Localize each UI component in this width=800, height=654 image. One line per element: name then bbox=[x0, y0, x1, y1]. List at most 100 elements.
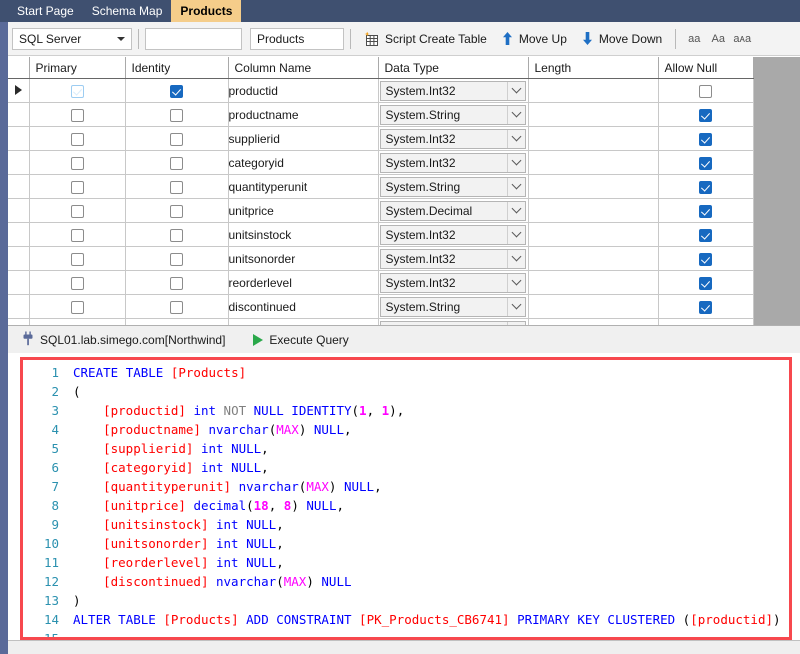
primary-checkbox[interactable] bbox=[70, 276, 84, 290]
chevron-down-icon[interactable] bbox=[506, 153, 525, 172]
tab-start-page[interactable]: Start Page bbox=[8, 0, 83, 22]
identity-checkbox[interactable] bbox=[170, 84, 183, 98]
cell-data-type[interactable]: System.Int32 bbox=[378, 126, 529, 151]
cell-primary[interactable] bbox=[29, 174, 126, 199]
allow-null-checkbox[interactable] bbox=[699, 108, 712, 122]
primary-checkbox[interactable] bbox=[70, 300, 84, 314]
tab-schema-map[interactable]: Schema Map bbox=[83, 0, 172, 22]
data-type-dropdown[interactable]: System.Int32 bbox=[379, 80, 526, 101]
move-up-button[interactable]: Move Up bbox=[494, 27, 574, 51]
row-selector[interactable] bbox=[8, 270, 30, 295]
cell-column-name[interactable]: supplierid bbox=[228, 126, 379, 151]
identity-checkbox[interactable] bbox=[170, 252, 183, 266]
data-type-dropdown[interactable]: System.Int32 bbox=[379, 128, 526, 149]
primary-checkbox[interactable] bbox=[70, 84, 84, 98]
cell-primary[interactable] bbox=[29, 126, 126, 151]
chevron-down-icon[interactable] bbox=[506, 249, 525, 268]
cell-length[interactable] bbox=[528, 174, 659, 199]
cell-column-name[interactable]: reorderlevel bbox=[228, 270, 379, 295]
cell-identity[interactable] bbox=[125, 150, 229, 175]
cell-identity[interactable] bbox=[125, 198, 229, 223]
primary-checkbox[interactable] bbox=[70, 156, 84, 170]
data-type-dropdown[interactable]: System.String bbox=[379, 104, 526, 125]
cell-column-name[interactable]: unitprice bbox=[228, 198, 379, 223]
allow-null-checkbox[interactable] bbox=[699, 204, 712, 218]
connection-button[interactable]: SQL01.lab.simego.com[Northwind] bbox=[18, 329, 229, 351]
identity-checkbox[interactable] bbox=[170, 276, 183, 290]
cell-identity[interactable] bbox=[125, 246, 229, 271]
row-current-indicator[interactable] bbox=[8, 78, 30, 103]
primary-checkbox[interactable] bbox=[70, 228, 84, 242]
allow-null-checkbox[interactable] bbox=[699, 252, 712, 266]
row-selector[interactable] bbox=[8, 174, 30, 199]
cell-identity[interactable] bbox=[125, 78, 229, 103]
primary-checkbox[interactable] bbox=[70, 204, 84, 218]
primary-checkbox[interactable] bbox=[70, 108, 84, 122]
row-selector[interactable] bbox=[8, 126, 30, 151]
cell-identity[interactable] bbox=[125, 222, 229, 247]
cell-identity[interactable] bbox=[125, 294, 229, 319]
data-type-dropdown[interactable]: System.String bbox=[379, 296, 526, 317]
cell-primary[interactable] bbox=[29, 78, 126, 103]
chevron-down-icon[interactable] bbox=[506, 81, 525, 100]
data-type-dropdown[interactable]: System.Int32 bbox=[379, 152, 526, 173]
cell-allow-null[interactable] bbox=[658, 126, 754, 151]
chevron-down-icon[interactable] bbox=[506, 177, 525, 196]
tab-products[interactable]: Products bbox=[171, 0, 242, 22]
cell-allow-null[interactable] bbox=[658, 198, 754, 223]
identity-checkbox[interactable] bbox=[170, 132, 183, 146]
chevron-down-icon[interactable] bbox=[506, 201, 525, 220]
column-header-identity[interactable]: Identity bbox=[125, 57, 229, 79]
identity-checkbox[interactable] bbox=[170, 204, 183, 218]
cell-primary[interactable] bbox=[29, 102, 126, 127]
cell-data-type[interactable]: System.Int32 bbox=[378, 270, 529, 295]
table-row[interactable]: productname System.String bbox=[8, 102, 754, 127]
cell-identity[interactable] bbox=[125, 126, 229, 151]
cell-allow-null[interactable] bbox=[658, 294, 754, 319]
execute-query-button[interactable]: Execute Query bbox=[247, 331, 354, 349]
cell-data-type[interactable]: System.Int32 bbox=[378, 222, 529, 247]
table-row[interactable]: categoryid System.Int32 bbox=[8, 150, 754, 175]
table-row[interactable]: productid System.Int32 bbox=[8, 78, 754, 103]
row-selector[interactable] bbox=[8, 294, 30, 319]
case-titlecase-button[interactable]: Aa bbox=[706, 28, 730, 50]
column-header-data-type[interactable]: Data Type bbox=[378, 57, 529, 79]
data-type-dropdown[interactable]: System.Int32 bbox=[379, 272, 526, 293]
data-type-dropdown[interactable]: System.String bbox=[379, 176, 526, 197]
row-selector[interactable] bbox=[8, 150, 30, 175]
cell-allow-null[interactable] bbox=[658, 270, 754, 295]
sql-code[interactable]: 1 CREATE TABLE [Products] 2(3 [productid] … bbox=[23, 360, 789, 637]
chevron-down-icon[interactable] bbox=[506, 105, 525, 124]
chevron-down-icon[interactable] bbox=[506, 225, 525, 244]
table-name-input[interactable]: Products bbox=[250, 27, 344, 50]
table-row[interactable]: unitsinstock System.Int32 bbox=[8, 222, 754, 247]
cell-length[interactable] bbox=[528, 126, 659, 151]
cell-data-type[interactable]: System.Int32 bbox=[378, 78, 529, 103]
chevron-down-icon[interactable] bbox=[506, 129, 525, 148]
identity-checkbox[interactable] bbox=[170, 228, 183, 242]
row-header-corner[interactable] bbox=[8, 57, 30, 79]
cell-column-name[interactable]: productname bbox=[228, 102, 379, 127]
allow-null-checkbox[interactable] bbox=[699, 276, 712, 290]
cell-data-type[interactable]: System.String bbox=[378, 174, 529, 199]
cell-allow-null[interactable] bbox=[658, 246, 754, 271]
cell-primary[interactable] bbox=[29, 198, 126, 223]
data-type-dropdown[interactable]: System.Int32 bbox=[379, 248, 526, 269]
row-selector[interactable] bbox=[8, 246, 30, 271]
table-row[interactable]: unitsonorder System.Int32 bbox=[8, 246, 754, 271]
cell-primary[interactable] bbox=[29, 246, 126, 271]
allow-null-checkbox[interactable] bbox=[699, 156, 712, 170]
cell-length[interactable] bbox=[528, 198, 659, 223]
chevron-down-icon[interactable] bbox=[506, 297, 525, 316]
column-header-length[interactable]: Length bbox=[528, 57, 659, 79]
identity-checkbox[interactable] bbox=[170, 108, 183, 122]
cell-length[interactable] bbox=[528, 246, 659, 271]
cell-length[interactable] bbox=[528, 222, 659, 247]
sql-editor[interactable]: 1 CREATE TABLE [Products] 2(3 [productid] … bbox=[20, 357, 792, 640]
identity-checkbox[interactable] bbox=[170, 300, 183, 314]
cell-primary[interactable] bbox=[29, 222, 126, 247]
case-toggle-button[interactable]: aᴀa bbox=[730, 28, 754, 50]
allow-null-checkbox[interactable] bbox=[699, 132, 712, 146]
cell-length[interactable] bbox=[528, 102, 659, 127]
chevron-down-icon[interactable] bbox=[506, 273, 525, 292]
